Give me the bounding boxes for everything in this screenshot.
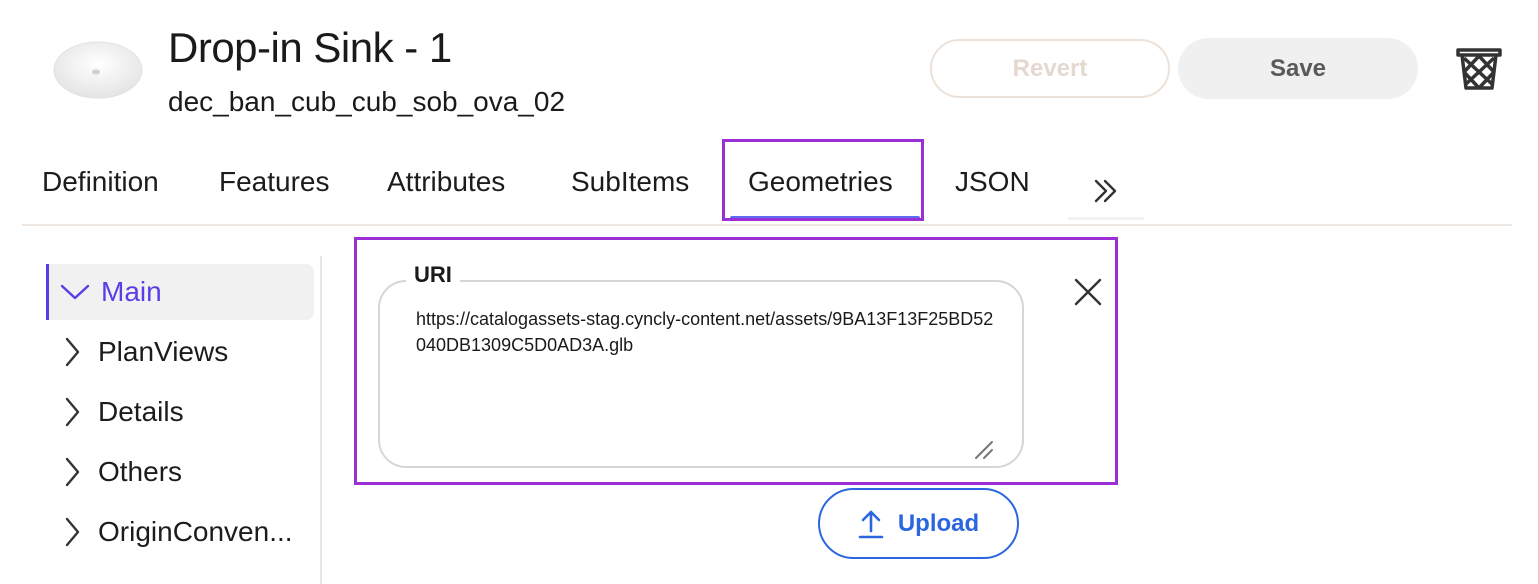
upload-icon bbox=[858, 510, 884, 538]
tree-item-details[interactable]: Details bbox=[46, 384, 314, 440]
tree-item-planviews[interactable]: PlanViews bbox=[46, 324, 314, 380]
tree-item-label: OriginConven... bbox=[98, 516, 293, 547]
tab-geometries[interactable]: Geometries bbox=[748, 166, 893, 198]
tree-item-originconventions[interactable]: OriginConven... bbox=[46, 504, 314, 560]
upload-label: Upload bbox=[897, 509, 980, 537]
tab-bar: Definition Features Attributes SubItems … bbox=[22, 139, 1512, 226]
chevron-down-icon bbox=[49, 283, 101, 301]
chevron-right-icon bbox=[46, 457, 98, 487]
uri-value[interactable]: https://catalogassets-stag.cyncly-conten… bbox=[416, 306, 994, 358]
active-tab-indicator bbox=[730, 216, 920, 221]
page-title: Drop-in Sink - 1 bbox=[168, 24, 452, 71]
tree-item-label: Details bbox=[98, 396, 184, 427]
resize-handle-icon[interactable] bbox=[972, 438, 994, 460]
tab-features[interactable]: Features bbox=[219, 166, 330, 198]
uri-label: URI bbox=[406, 262, 460, 288]
product-code: dec_ban_cub_cub_sob_ova_02 bbox=[168, 86, 566, 117]
tab-json[interactable]: JSON bbox=[955, 166, 1030, 198]
sidebar-divider bbox=[320, 256, 322, 584]
tree-item-label: PlanViews bbox=[98, 336, 229, 367]
chevron-right-icon bbox=[46, 397, 98, 427]
more-tabs-button[interactable] bbox=[1068, 164, 1144, 220]
product-thumbnail bbox=[52, 30, 144, 102]
tab-attributes[interactable]: Attributes bbox=[387, 166, 505, 198]
chevron-right-icon bbox=[46, 517, 98, 547]
trash-icon[interactable] bbox=[1454, 44, 1504, 92]
upload-button[interactable]: Upload bbox=[818, 488, 1019, 559]
tab-subitems[interactable]: SubItems bbox=[571, 166, 689, 198]
chevron-right-icon bbox=[46, 337, 98, 367]
close-icon[interactable] bbox=[1072, 276, 1104, 308]
tab-definition[interactable]: Definition bbox=[42, 166, 159, 198]
tree-item-main[interactable]: Main bbox=[46, 264, 314, 320]
save-button[interactable]: Save bbox=[1178, 38, 1418, 99]
revert-button[interactable]: Revert bbox=[930, 39, 1170, 98]
double-chevron-right-icon bbox=[1094, 179, 1117, 202]
tree-item-label: Others bbox=[98, 456, 183, 487]
tree-item-label: Main bbox=[101, 276, 162, 307]
tree-item-others[interactable]: Others bbox=[46, 444, 314, 500]
